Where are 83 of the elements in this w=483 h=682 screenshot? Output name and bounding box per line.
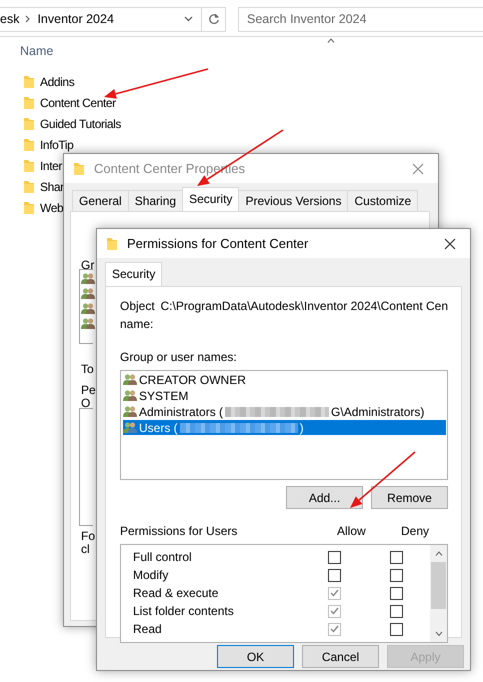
checkbox[interactable] [390,604,403,618]
user-name: G\Administrators) [331,404,424,420]
breadcrumb-item[interactable]: Inventor 2024 [37,10,114,28]
users-icon [81,272,95,285]
permission-name: Modify [132,567,170,584]
search-field[interactable]: Search Inventor 2024 [238,6,483,32]
folder-name[interactable]: Content Center [40,94,116,112]
folder-name[interactable]: Inter [40,156,62,174]
label-text: To [81,361,94,378]
breadcrumb-item[interactable]: esk [0,10,20,28]
window-title: Permissions for Content Center [127,234,308,253]
folder-icon [73,162,85,176]
users-icon [123,421,137,434]
field-label: Object name: [120,298,156,333]
checkbox[interactable] [328,568,341,582]
user-name: Administrators ( [139,404,224,420]
folder-icon [23,74,35,88]
close-icon [412,162,424,174]
sort-caret-icon [327,38,335,43]
checkbox[interactable] [390,568,403,582]
close-icon [444,238,456,250]
users-icon [123,373,137,386]
refresh-icon[interactable] [208,13,220,25]
address-bar[interactable]: esk Inventor 2024 [0,6,226,32]
object-path: C:\ProgramData\Autodesk\Inventor 2024\Content Cen [160,298,448,315]
field-label: Group or user names: [120,349,238,366]
user-name: Users ( [139,420,178,436]
folder-icon [23,200,35,214]
chevron-down-icon[interactable] [184,16,193,22]
column-header: Deny [401,523,430,540]
scroll-up-icon[interactable] [434,551,442,556]
user-list-item[interactable]: SYSTEM [123,388,446,403]
check-icon [330,607,339,615]
scroll-thumb[interactable] [431,562,446,609]
chevron-right-icon [25,15,32,23]
folder-icon [106,236,118,250]
users-icon [81,287,95,300]
checkbox[interactable] [390,622,403,636]
permission-name: Read & execute [132,585,220,602]
permission-name: Full control [132,549,193,566]
folder-name[interactable]: Addins [40,72,74,90]
scrollbar[interactable] [430,545,447,642]
folder-icon [23,158,35,172]
tab[interactable]: Customize [347,190,418,211]
label-text: Gr [81,257,94,274]
label-text: Fo [81,528,96,544]
ok-button[interactable]: OK [217,645,294,668]
users-icon [81,302,95,315]
users-icon [81,317,95,330]
add-button[interactable]: Add... [286,486,363,509]
remove-button[interactable]: Remove [371,486,448,509]
users-icon [123,389,137,402]
user-name: ) [300,420,304,436]
checkbox[interactable] [390,550,403,564]
label-text: cl [81,541,90,558]
permission-name: List folder contents [132,603,235,620]
checkbox[interactable] [328,550,341,564]
check-icon [330,625,339,633]
folder-icon [23,138,35,152]
user-name: SYSTEM [139,388,188,404]
user-list-item[interactable]: Users ( ) [123,420,446,435]
user-name: CREATOR OWNER [139,372,246,388]
user-list-item[interactable]: Administrators ( G\Administrators) [123,404,446,419]
column-header[interactable]: Name [20,44,54,58]
user-list-item[interactable]: CREATOR OWNER [123,372,446,387]
users-icon [123,405,137,418]
tab[interactable]: Security [105,262,162,286]
folder-icon [23,116,35,130]
folder-name[interactable]: Guided Tutorials [40,114,121,132]
field-label: Permissions for Users [120,523,238,540]
folder-name[interactable]: Web [40,198,64,216]
column-header: Allow [337,523,367,540]
tab[interactable]: General [72,190,129,211]
check-icon [330,589,339,597]
cancel-button[interactable]: Cancel [302,645,379,668]
folder-name[interactable]: Shar [40,178,64,196]
folder-name[interactable]: InfoTip [40,136,74,154]
scroll-down-icon[interactable] [434,631,442,636]
tab[interactable]: Security [182,187,240,211]
checkbox[interactable] [390,586,403,600]
folder-icon [23,180,35,194]
folder-icon [23,96,35,110]
permission-name: Read [132,621,163,638]
